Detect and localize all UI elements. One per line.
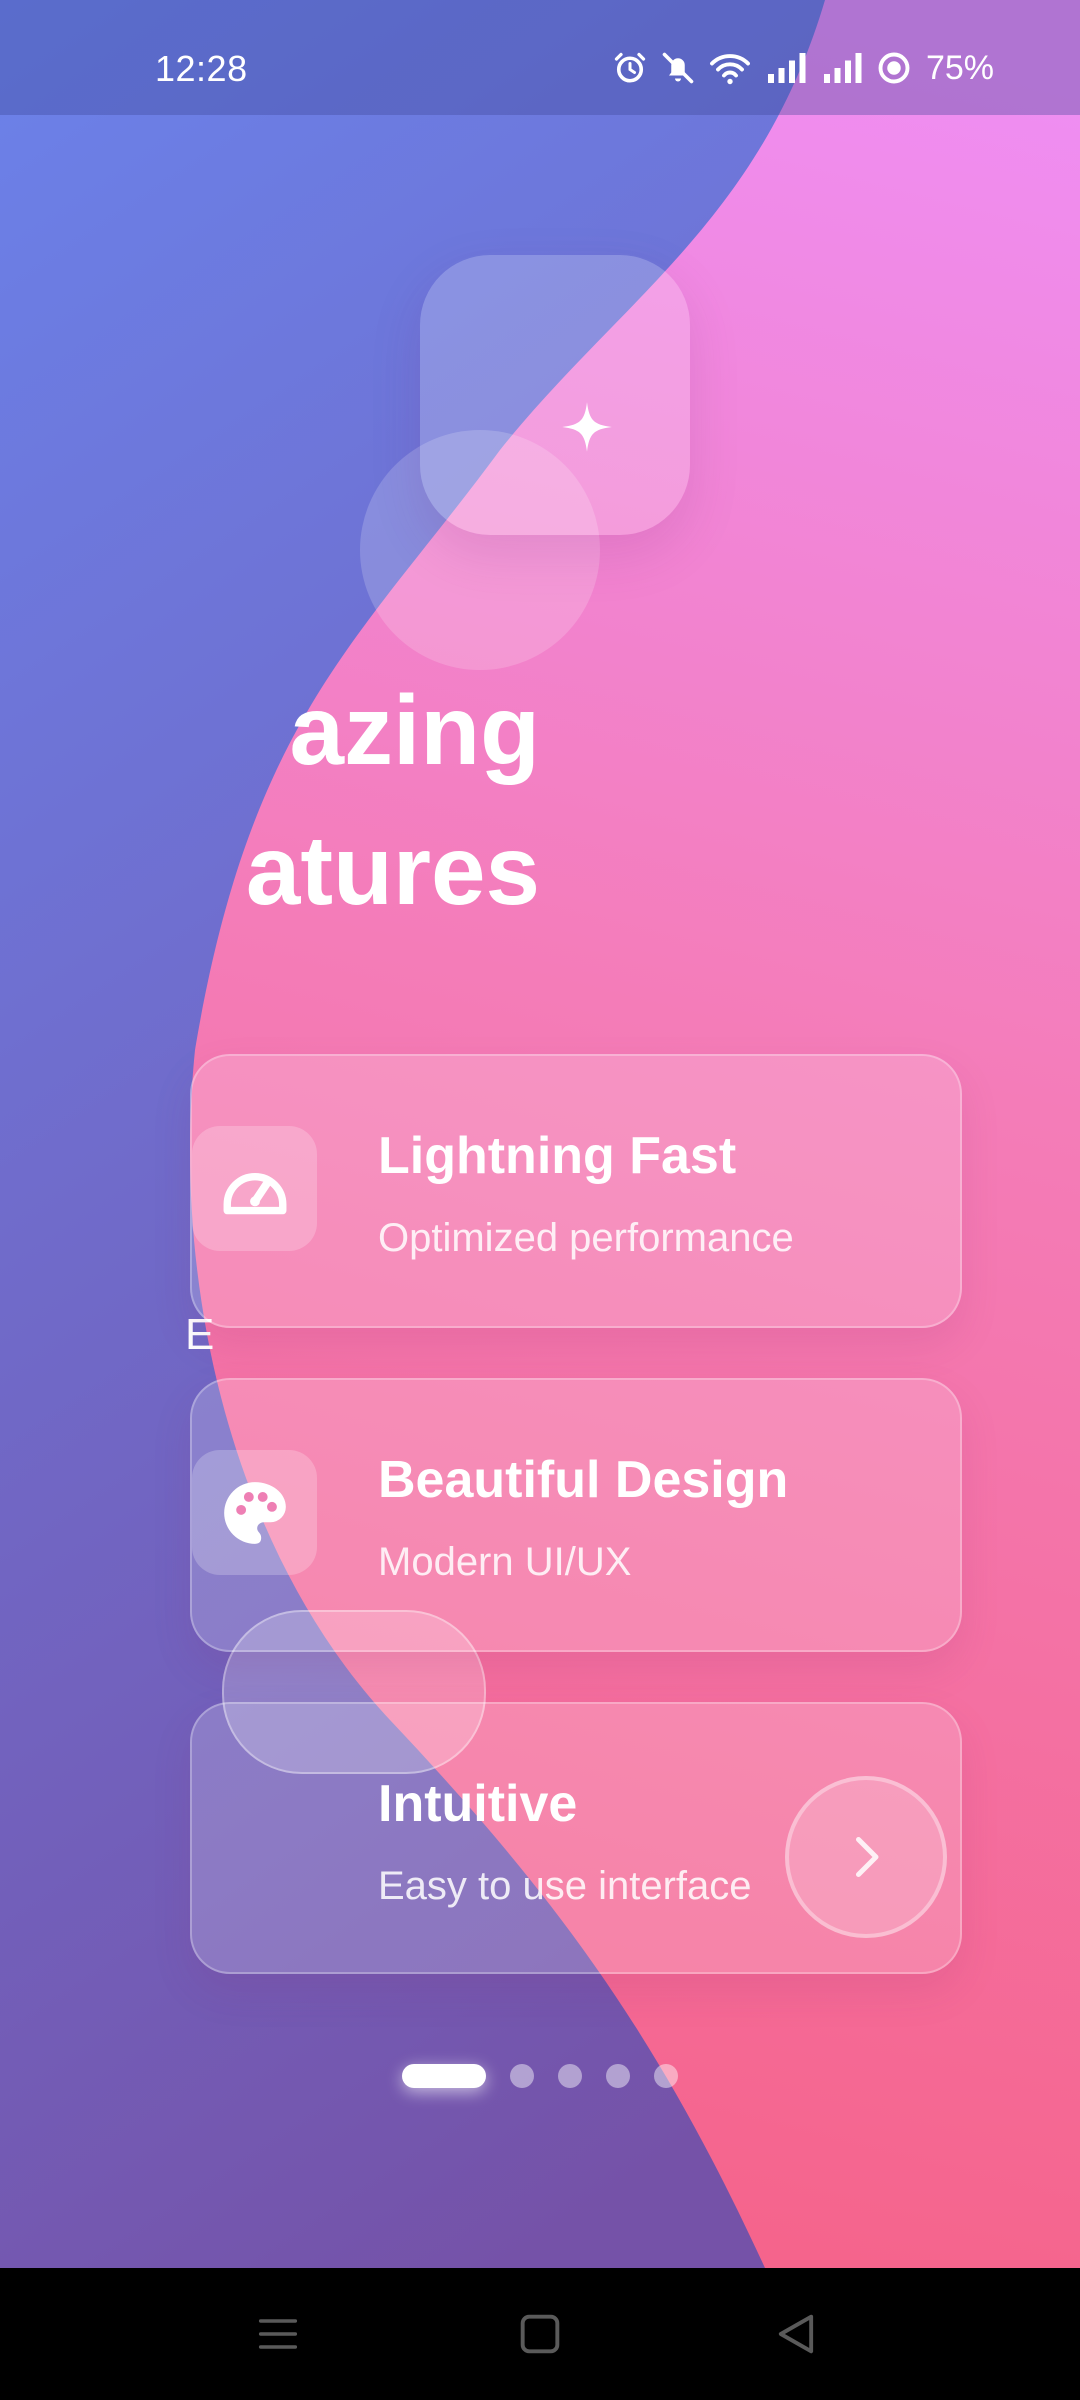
feature-card-lightning-fast: Lightning Fast Optimized performance [190,1054,962,1328]
feature-subtitle: Easy to use interface [378,1864,752,1908]
status-time: 12:28 [155,48,248,89]
page-indicator [402,2063,678,2089]
back-triangle-icon[interactable] [770,2308,822,2360]
feature-title: Intuitive [378,1775,578,1833]
sparkle-icon [562,402,612,452]
feature-subtitle: Optimized performance [378,1216,794,1260]
feature-subtitle: Modern UI/UX [378,1540,632,1584]
navigation-bar [0,2268,1080,2400]
next-button[interactable] [785,1776,947,1938]
feature-title: Lightning Fast [378,1127,737,1185]
page-dot[interactable] [510,2064,534,2088]
wifi-icon [709,54,750,85]
speedometer-icon [192,1126,317,1251]
alarm-icon [614,52,646,83]
signal-icon [767,53,806,83]
battery-percentage: 75% [925,48,994,87]
bell-muted-icon [662,52,694,84]
battery-ring-icon [878,52,910,84]
headline-line-2: atures [245,815,540,925]
page-dot[interactable] [654,2064,678,2088]
feature-title: Beautiful Design [378,1451,789,1509]
decorative-rounded-square [420,255,690,535]
home-square-icon[interactable] [514,2308,566,2360]
page-dot[interactable] [606,2064,630,2088]
feature-card-beautiful-design: Beautiful Design Modern UI/UX [190,1378,962,1652]
signal-icon [823,53,862,83]
onboarding-screen: 12:28 75% azing atures E Lightning Fast … [0,0,1080,2400]
status-icons: 75% [612,44,994,92]
page-dot[interactable] [558,2064,582,2088]
chevron-right-icon [856,1837,879,1877]
page-title: azing atures [0,660,540,940]
headline-line-1: azing [289,675,540,785]
status-bar: 12:28 75% [0,0,1080,115]
menu-icon[interactable] [252,2308,304,2360]
palette-icon [192,1450,317,1575]
page-dot-active[interactable] [402,2064,486,2088]
